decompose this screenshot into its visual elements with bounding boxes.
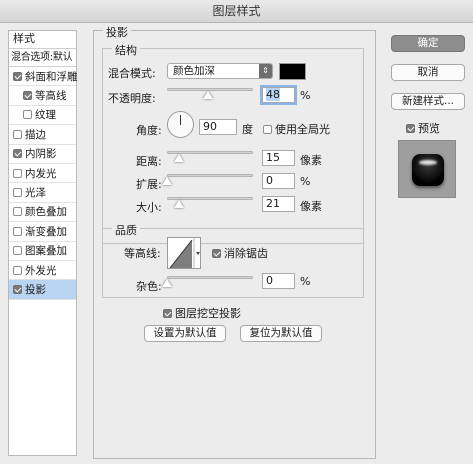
angle-input[interactable]: 90 xyxy=(199,119,237,135)
preview-label: 预览 xyxy=(418,122,440,135)
style-item-checkbox[interactable] xyxy=(13,284,22,294)
style-item-label: 投影 xyxy=(25,283,46,296)
style-item-label: 内发光 xyxy=(25,167,57,180)
opacity-input[interactable]: 48 xyxy=(262,87,295,103)
knockout-checkbox[interactable]: 图层挖空投影 xyxy=(163,305,241,321)
noise-input[interactable]: 0 xyxy=(262,273,295,289)
style-item-label: 描边 xyxy=(25,128,46,141)
style-item[interactable]: 投影 xyxy=(9,280,76,300)
size-slider-handle[interactable] xyxy=(174,200,184,208)
style-item[interactable]: 外发光 xyxy=(9,261,76,281)
style-preview-thumbnail xyxy=(398,140,456,198)
opacity-slider-handle[interactable] xyxy=(203,91,214,99)
spread-slider-handle[interactable] xyxy=(162,177,172,185)
new-style-button[interactable]: 新建样式... xyxy=(391,93,465,110)
distance-input[interactable]: 15 xyxy=(262,150,295,166)
style-item[interactable]: 颜色叠加 xyxy=(9,203,76,223)
style-item[interactable]: 内发光 xyxy=(9,164,76,184)
angle-label: 角度: xyxy=(136,124,162,137)
distance-unit: 像素 xyxy=(300,154,322,167)
chevron-updown-icon: ⇕ xyxy=(259,64,272,78)
style-item-checkbox[interactable] xyxy=(23,91,32,101)
cancel-button[interactable]: 取消 xyxy=(391,64,465,81)
style-item[interactable]: 纹理 xyxy=(9,106,76,126)
styles-list: 样式 混合选项:默认 斜面和浮雕等高线纹理描边内阴影内发光光泽颜色叠加渐变叠加图… xyxy=(8,30,78,456)
contour-picker[interactable] xyxy=(167,237,201,269)
preview-checkbox[interactable]: 预览 xyxy=(406,120,440,136)
global-light-label: 使用全局光 xyxy=(275,123,330,136)
size-unit: 像素 xyxy=(300,200,322,213)
structure-group: 结构 混合模式: 颜色加深 ⇕ 不透明度: 48 % 角度: 90 度 使用全局… xyxy=(102,42,364,244)
style-item[interactable]: 等高线 xyxy=(9,86,76,106)
style-item-label: 渐变叠加 xyxy=(25,225,67,238)
spread-input[interactable]: 0 xyxy=(262,173,295,189)
style-item-label: 内阴影 xyxy=(25,148,57,161)
preview-checkbox-box[interactable] xyxy=(406,123,415,133)
style-item-label: 颜色叠加 xyxy=(25,206,67,219)
global-light-checkbox[interactable]: 使用全局光 xyxy=(263,121,330,137)
noise-unit: % xyxy=(300,275,311,288)
contour-label: 等高线: xyxy=(124,247,161,260)
ok-button[interactable]: 确定 xyxy=(391,35,465,52)
shadow-color-swatch[interactable] xyxy=(279,63,306,80)
blend-options-item[interactable]: 混合选项:默认 xyxy=(9,49,76,67)
style-item-checkbox[interactable] xyxy=(13,246,22,256)
style-item-label: 纹理 xyxy=(35,109,56,122)
contour-curve-icon xyxy=(169,238,200,268)
spread-label: 扩展: xyxy=(136,178,162,191)
style-item[interactable]: 渐变叠加 xyxy=(9,222,76,242)
style-item-checkbox[interactable] xyxy=(13,71,22,81)
angle-dial[interactable] xyxy=(167,111,194,138)
style-item-checkbox[interactable] xyxy=(13,188,22,198)
style-item-label: 外发光 xyxy=(25,264,57,277)
style-item-checkbox[interactable] xyxy=(13,129,22,139)
style-item-checkbox[interactable] xyxy=(13,226,22,236)
size-input[interactable]: 21 xyxy=(262,196,295,212)
structure-title: 结构 xyxy=(112,42,140,58)
style-item-label: 图案叠加 xyxy=(25,245,67,258)
knockout-checkbox-box[interactable] xyxy=(163,308,172,318)
preview-button-shape xyxy=(412,154,444,186)
styles-header[interactable]: 样式 xyxy=(9,31,76,49)
opacity-unit: % xyxy=(300,89,311,102)
style-item[interactable]: 图案叠加 xyxy=(9,242,76,261)
anti-alias-label: 消除锯齿 xyxy=(224,247,268,260)
quality-title: 品质 xyxy=(112,222,140,238)
drop-shadow-title: 投影 xyxy=(103,24,131,40)
style-item[interactable]: 内阴影 xyxy=(9,145,76,164)
style-item-checkbox[interactable] xyxy=(23,110,32,120)
drop-shadow-panel: 投影 结构 混合模式: 颜色加深 ⇕ 不透明度: 48 % 角度: 90 度 使… xyxy=(93,24,376,459)
style-item[interactable]: 光泽 xyxy=(9,183,76,203)
style-item-label: 光泽 xyxy=(25,187,46,200)
style-item[interactable]: 描边 xyxy=(9,125,76,145)
reset-default-button[interactable]: 复位为默认值 xyxy=(240,325,322,342)
size-label: 大小: xyxy=(136,201,162,214)
spread-slider[interactable] xyxy=(167,174,253,177)
style-item-label: 斜面和浮雕 xyxy=(25,70,78,83)
blend-mode-value: 颜色加深 xyxy=(173,65,215,77)
noise-slider[interactable] xyxy=(167,276,253,279)
distance-label: 距离: xyxy=(136,155,162,168)
spread-unit: % xyxy=(300,175,311,188)
make-default-button[interactable]: 设置为默认值 xyxy=(144,325,226,342)
style-item-checkbox[interactable] xyxy=(13,168,22,178)
style-item-checkbox[interactable] xyxy=(13,265,22,275)
blend-mode-label: 混合模式: xyxy=(108,67,156,80)
distance-slider-handle[interactable] xyxy=(174,154,184,162)
style-item[interactable]: 斜面和浮雕 xyxy=(9,67,78,87)
global-light-checkbox-box[interactable] xyxy=(263,124,272,134)
anti-alias-checkbox-box[interactable] xyxy=(212,248,221,258)
style-item-label: 等高线 xyxy=(35,90,67,103)
style-item-checkbox[interactable] xyxy=(13,207,22,217)
style-item-checkbox[interactable] xyxy=(13,149,22,159)
noise-slider-handle[interactable] xyxy=(162,279,172,287)
noise-label: 杂色: xyxy=(136,280,162,293)
blend-mode-select[interactable]: 颜色加深 ⇕ xyxy=(167,63,273,79)
opacity-label: 不透明度: xyxy=(108,92,156,105)
quality-group: 品质 等高线: 消除锯齿 杂色: 0 % xyxy=(102,222,364,298)
angle-unit: 度 xyxy=(242,123,253,136)
window-title: 图层样式 xyxy=(0,0,473,23)
knockout-label: 图层挖空投影 xyxy=(175,307,241,320)
anti-alias-checkbox[interactable]: 消除锯齿 xyxy=(212,245,268,261)
